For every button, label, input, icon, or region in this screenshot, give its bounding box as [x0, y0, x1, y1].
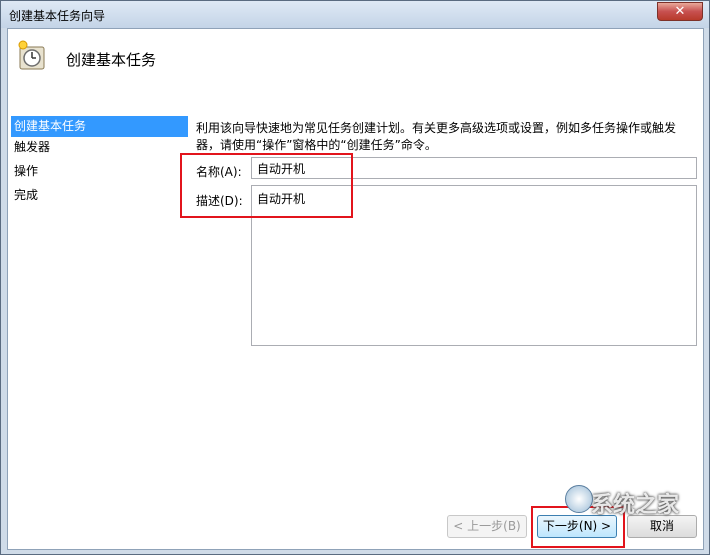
wizard-header: 创建基本任务 [8, 29, 703, 109]
name-description-highlight [180, 153, 353, 218]
window-title: 创建基本任务向导 [9, 9, 106, 23]
wizard-body: 创建基本任务 创建基本任务 触发器 操作 完成 利用该向导快速地为常见任务创建计… [7, 28, 704, 550]
close-icon: ✕ [674, 4, 686, 19]
scheduled-task-clock-icon [18, 40, 45, 70]
sidebar-item-finish[interactable]: 完成 [8, 185, 188, 209]
sidebar-item-action[interactable]: 操作 [8, 161, 188, 185]
watermark-text: 系统之家 [590, 493, 679, 518]
back-button[interactable]: < 上一步(B) [447, 515, 527, 538]
wizard-description: 利用该向导快速地为常见任务创建计划。有关更多高级选项或设置，例如多任务操作或触发… [196, 121, 677, 152]
sidebar-item-trigger[interactable]: 触发器 [8, 137, 188, 161]
title-bar[interactable]: 创建基本任务向导 ✕ [1, 1, 709, 28]
wizard-window: 创建基本任务向导 ✕ 创建基本任务 创建基本任务 触发器 操作 完成 利用该向导… [0, 0, 710, 555]
sidebar-item-create-basic-task[interactable]: 创建基本任务 [11, 116, 188, 137]
page-title: 创建基本任务 [66, 51, 157, 69]
close-button[interactable]: ✕ [657, 2, 703, 21]
wizard-steps: 创建基本任务 触发器 操作 完成 [8, 116, 188, 209]
watermark-logo-icon [565, 485, 593, 513]
